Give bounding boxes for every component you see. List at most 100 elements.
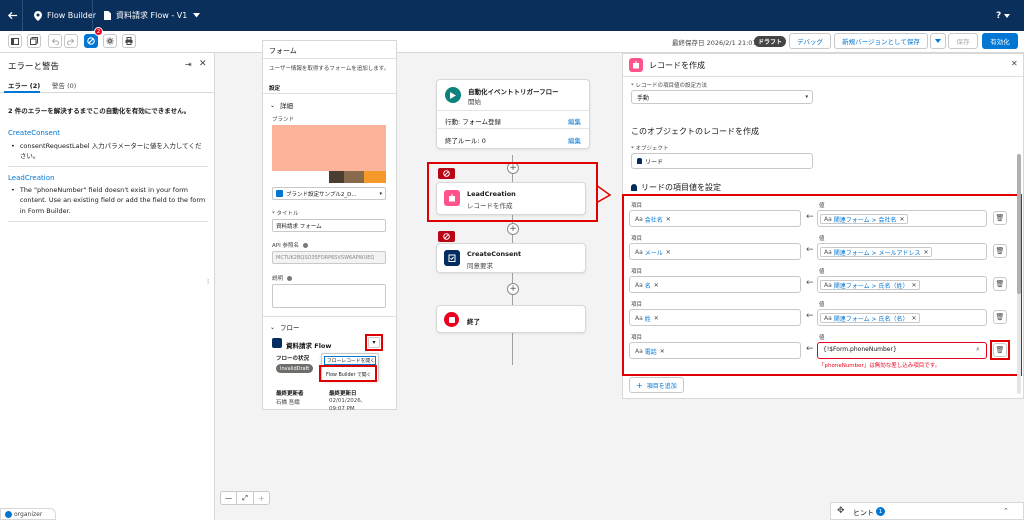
errors-panel: エラーと警告 ⇥ ✕ エラー (2) 警告 (0) 2 件のエラーを解決するまで… — [0, 53, 215, 520]
chevron-down-icon: ⌄ — [270, 323, 276, 331]
info-icon — [286, 276, 292, 281]
info-icon — [302, 243, 308, 248]
zoom-in-button[interactable]: + — [254, 492, 269, 504]
bullet: • — [11, 142, 15, 150]
flow-title[interactable]: 資料請求 Flow - V1 — [104, 0, 201, 31]
toggle-panel-button[interactable] — [8, 34, 22, 48]
save-options-button[interactable] — [930, 33, 946, 49]
create-record-icon — [629, 58, 643, 72]
consent-node-title: CreateConsent — [467, 250, 522, 258]
add-field-button[interactable]: + 項目を追加 — [629, 377, 684, 393]
start-node[interactable]: 自動化イベントトリガーフロー 開始 行動: フォーム登録 編集 終了ルール: 0… — [436, 79, 590, 149]
stop-icon — [444, 312, 459, 327]
error-tag — [438, 231, 455, 242]
end-rules-label: 終了ルール: 0 — [445, 137, 486, 145]
person-icon — [631, 184, 637, 191]
panel-icon — [11, 37, 19, 45]
save-new-version-button[interactable]: 新規バージョンとして保存 — [834, 33, 928, 49]
last-saved-text: 最終保存日 2026/2/1 21:07 — [672, 39, 757, 47]
brand-swatch — [272, 171, 329, 183]
menu-item-open-record[interactable]: フローレコードを開く — [324, 356, 376, 365]
start-node-subtitle: 開始 — [468, 98, 481, 106]
divider — [263, 93, 396, 94]
edit-end-rules-link[interactable]: 編集 — [568, 135, 581, 145]
organizer-tag[interactable]: organizer — [0, 508, 56, 520]
close-icon[interactable]: ✕ — [1011, 59, 1018, 68]
bullet: • — [11, 186, 15, 194]
error-link-createconsent[interactable]: CreateConsent — [8, 129, 60, 137]
hint-panel[interactable]: ✥ ヒント 1 ⌃ — [830, 502, 1024, 520]
start-node-title: 自動化イベントトリガーフロー — [468, 88, 559, 96]
flow-icon — [272, 338, 282, 348]
active-tab-indicator — [4, 91, 40, 93]
error-message: • The "phoneNumber" field doesn't exist … — [11, 185, 209, 216]
close-icon[interactable]: ✕ — [199, 59, 207, 69]
method-label: * レコードの項目値の設定方法 — [631, 83, 707, 89]
back-arrow-icon[interactable] — [7, 0, 18, 31]
scrollbar-thumb[interactable] — [1017, 154, 1021, 294]
edit-action-link[interactable]: 編集 — [568, 116, 581, 126]
tab-warnings[interactable]: 警告 (0) — [52, 80, 76, 90]
toolbar: 2 最終保存日 2026/2/1 21:07 ドラフト デバッグ 新規バージョン… — [0, 27, 1024, 53]
end-node-title: 終了 — [467, 318, 480, 326]
error-icon — [443, 233, 450, 240]
title-label: * タイトル — [272, 211, 299, 217]
updated-date-label: 最終更新日 — [329, 391, 357, 397]
help-menu[interactable]: ? — [996, 0, 1011, 31]
updated-date-value: 02/01/2026, 09:07 PM — [329, 398, 363, 412]
save-button[interactable]: 保存 — [948, 33, 978, 49]
plus-icon: + — [636, 380, 643, 390]
error-count-badge: 2 — [94, 27, 103, 36]
brand-swatch — [344, 171, 364, 183]
section-flow[interactable]: ⌄ フロー — [270, 322, 300, 333]
highlight-box — [622, 194, 1022, 376]
scrollbar[interactable] — [1017, 154, 1021, 394]
flow-status-label: フローの状況 — [276, 356, 310, 362]
chevron-down-icon — [935, 39, 941, 43]
fit-view-icon[interactable]: ⤢ — [237, 492, 254, 504]
organizer-icon — [5, 510, 12, 518]
object-input[interactable]: リード — [631, 153, 813, 169]
redo-button[interactable] — [64, 34, 78, 48]
zoom-out-button[interactable]: — — [221, 492, 238, 504]
activate-button[interactable]: 有効化 — [982, 33, 1018, 49]
tab-settings[interactable]: 設定 — [269, 84, 280, 92]
chevron-down-icon: ▾ — [379, 190, 382, 197]
debug-button[interactable]: デバッグ — [789, 33, 831, 49]
error-link-leadcreation[interactable]: LeadCreation — [8, 174, 54, 182]
help-icon: ? — [996, 10, 1002, 21]
collapse-panel-icon[interactable]: ⇥ — [185, 60, 192, 69]
end-node[interactable]: 終了 — [436, 305, 586, 333]
brand-swatch — [329, 171, 344, 183]
tab-errors[interactable]: エラー (2) — [8, 80, 40, 90]
section-details[interactable]: ⌄ 詳細 — [270, 100, 293, 111]
brand-select[interactable]: ブランド設定サンプル2_D... ▾ — [272, 187, 386, 200]
add-element-button[interactable]: + — [507, 283, 519, 295]
divider — [8, 221, 208, 222]
flow-name[interactable]: 資料請求 Flow — [286, 340, 331, 350]
panel-title: レコードを作成 — [649, 61, 705, 70]
method-select[interactable]: 手動 ▾ — [631, 90, 813, 104]
brand-preview — [272, 125, 386, 183]
print-button[interactable] — [122, 34, 136, 48]
divider — [8, 166, 208, 167]
brand-swatch — [364, 171, 386, 183]
create-consent-node[interactable]: CreateConsent 同意要求 — [436, 243, 586, 273]
api-name-label: API 参照名 — [272, 241, 308, 249]
app-name: Flow Builder — [34, 0, 96, 31]
highlight-box — [319, 365, 377, 382]
errors-summary: 2 件のエラーを解決するまでこの自動化を有効にできません。 — [8, 107, 191, 115]
resize-handle[interactable]: ⁞ — [207, 278, 209, 286]
settings-button[interactable] — [103, 34, 117, 48]
errors-toggle-button[interactable] — [84, 34, 98, 48]
top-bar: Flow Builder 資料請求 Flow - V1 ? — [0, 0, 1024, 31]
copy-button[interactable] — [27, 34, 41, 48]
add-element-button[interactable]: + — [507, 223, 519, 235]
description-textarea[interactable] — [272, 284, 386, 308]
title-input[interactable]: 資料請求 フォーム — [272, 219, 386, 232]
consent-node-subtitle: 同意要求 — [467, 262, 493, 270]
chevron-down-icon: ⌄ — [270, 101, 276, 109]
consent-request-icon — [444, 250, 460, 266]
chevron-up-icon[interactable]: ⌃ — [1003, 507, 1009, 515]
undo-button[interactable] — [48, 34, 62, 48]
